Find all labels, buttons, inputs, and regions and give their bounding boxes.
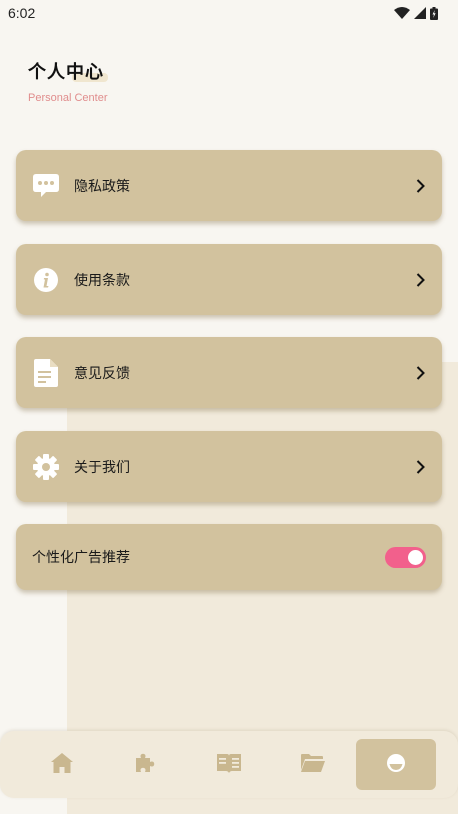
book-icon <box>216 752 242 778</box>
chevron-right-icon <box>414 178 426 194</box>
nav-tab-files[interactable] <box>273 739 353 790</box>
menu-item-privacy-policy[interactable]: 隐私政策 <box>16 150 442 221</box>
menu-item-feedback[interactable]: 意见反馈 <box>16 337 442 408</box>
page-header: 个人中心 Personal Center <box>28 58 108 104</box>
menu-item-terms-of-use[interactable]: 使用条款 <box>16 244 442 315</box>
nav-tab-profile[interactable] <box>356 739 437 790</box>
profile-face-icon <box>386 753 406 777</box>
nav-tab-puzzle[interactable] <box>105 739 185 790</box>
page-subtitle: Personal Center <box>28 92 108 104</box>
personalized-ads-setting: 个性化广告推荐 <box>16 524 442 590</box>
chevron-right-icon <box>414 365 426 381</box>
folder-icon <box>300 753 326 777</box>
chevron-right-icon <box>414 459 426 475</box>
menu-item-label: 使用条款 <box>74 272 130 289</box>
toggle-knob <box>408 549 423 565</box>
status-bar: 6:02 <box>0 0 458 26</box>
menu-item-label: 隐私政策 <box>74 178 130 195</box>
personalized-ads-label: 个性化广告推荐 <box>32 550 130 566</box>
info-icon <box>32 266 60 294</box>
gear-icon <box>32 453 60 481</box>
signal-icon <box>414 7 426 19</box>
menu-item-label: 关于我们 <box>74 459 130 476</box>
chevron-right-icon <box>414 272 426 288</box>
page-title: 个人中心 <box>28 62 104 83</box>
puzzle-icon <box>133 751 157 779</box>
menu-item-about-us[interactable]: 关于我们 <box>16 431 442 502</box>
personalized-ads-toggle[interactable] <box>385 546 426 568</box>
battery-icon <box>430 6 438 20</box>
status-time: 6:02 <box>8 5 36 21</box>
nav-tab-reading[interactable] <box>189 739 269 790</box>
menu-item-label: 意见反馈 <box>74 365 130 382</box>
document-icon <box>32 358 60 387</box>
nav-tab-home[interactable] <box>22 739 102 790</box>
bottom-navigation <box>0 731 458 798</box>
chat-bubble-icon <box>32 172 60 200</box>
wifi-icon <box>394 7 410 19</box>
home-icon <box>50 752 74 778</box>
status-icons <box>394 6 438 20</box>
